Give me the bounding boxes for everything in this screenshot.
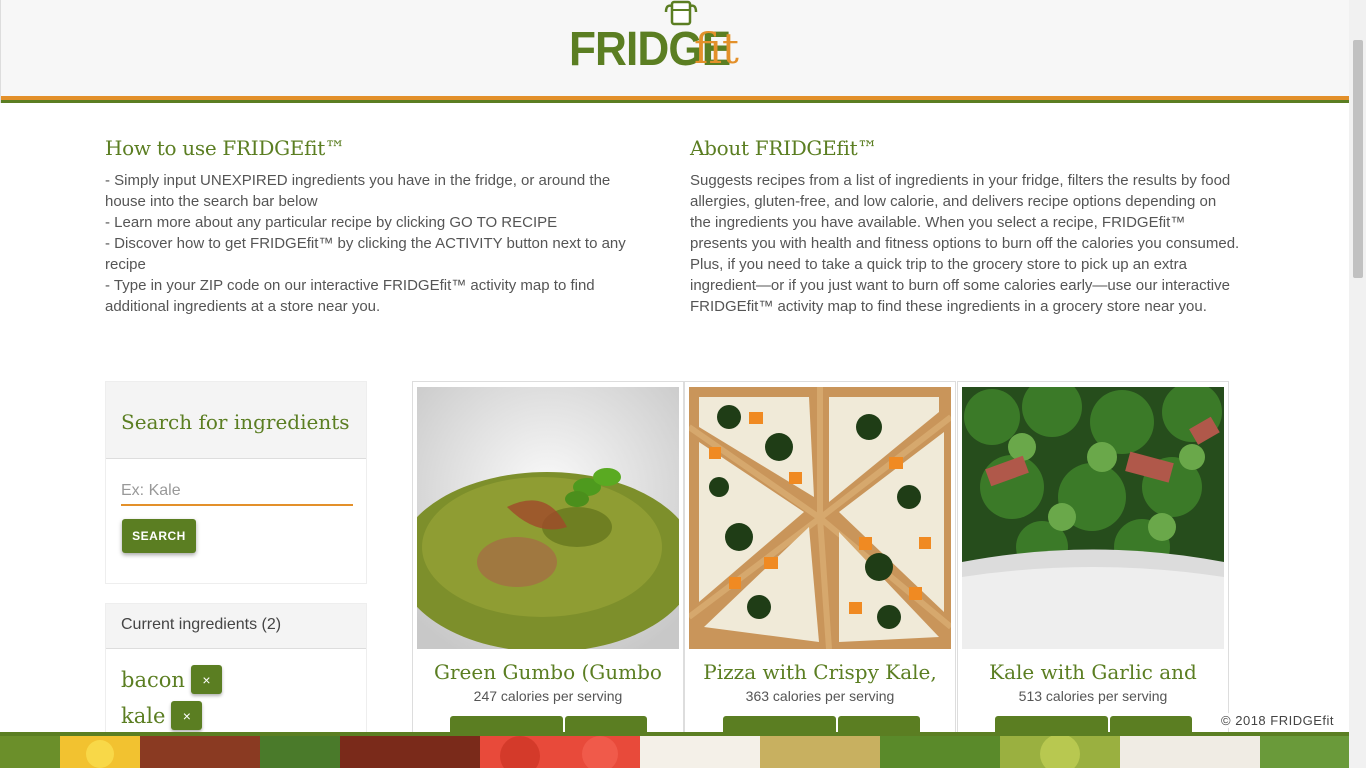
current-ingredients-panel: Current ingredients (2) bacon × kale ×: [105, 603, 367, 743]
fridgefit-logo[interactable]: FRIDGE fit: [567, 0, 757, 86]
recipe-calories: 513 calories per serving: [1018, 688, 1168, 704]
about-section: About FRIDGEfit™ Suggests recipes from a…: [690, 136, 1240, 317]
recipe-calories: 247 calories per serving: [473, 688, 623, 704]
ingredient-name: bacon: [121, 667, 185, 692]
ingredient-name: kale: [121, 703, 166, 728]
recipe-card[interactable]: Green Gumbo (Gumbo 247 calories per serv…: [412, 381, 684, 746]
search-panel: Search for ingredients SEARCH: [105, 381, 367, 584]
how-to-title: How to use FRIDGEfit™: [105, 136, 345, 160]
remove-ingredient-button[interactable]: ×: [171, 701, 203, 730]
header-green-rule: [1, 100, 1349, 103]
recipe-title[interactable]: Green Gumbo (Gumbo: [413, 660, 683, 684]
how-to-text: - Simply input UNEXPIRED ingredients you…: [105, 172, 626, 315]
search-title: Search for ingredients: [121, 410, 350, 434]
ingredient-chip: bacon ×: [121, 665, 222, 694]
about-title: About FRIDGEfit™: [690, 136, 878, 160]
recipe-image[interactable]: [689, 387, 951, 649]
about-text: Suggests recipes from a list of ingredie…: [690, 172, 1240, 315]
remove-ingredient-button[interactable]: ×: [190, 665, 222, 694]
footer-food-banner: [0, 732, 1349, 768]
recipe-title[interactable]: Kale with Garlic and: [958, 660, 1228, 684]
recipe-card[interactable]: Pizza with Crispy Kale, 363 calories per…: [684, 381, 956, 746]
current-ingredients-title: Current ingredients (2): [106, 604, 366, 649]
search-button[interactable]: SEARCH: [122, 519, 196, 553]
header: FRIDGE fit: [0, 0, 1349, 103]
logo-fit-text: fit: [694, 24, 739, 73]
recipe-image[interactable]: [962, 387, 1224, 649]
recipe-card[interactable]: Kale with Garlic and 513 calories per se…: [957, 381, 1229, 746]
how-to-section: How to use FRIDGEfit™ - Simply input UNE…: [105, 136, 655, 317]
recipe-calories: 363 calories per serving: [745, 688, 895, 704]
copyright-text: © 2018 FRIDGEfit: [1219, 713, 1336, 728]
ingredient-search-input[interactable]: [121, 478, 353, 506]
page-scrollbar[interactable]: [1349, 0, 1366, 768]
scrollbar-thumb[interactable]: [1353, 40, 1363, 278]
search-panel-header: Search for ingredients: [106, 382, 366, 459]
recipe-image[interactable]: [417, 387, 679, 649]
recipe-title[interactable]: Pizza with Crispy Kale,: [685, 660, 955, 684]
ingredient-chip: kale ×: [121, 701, 203, 730]
